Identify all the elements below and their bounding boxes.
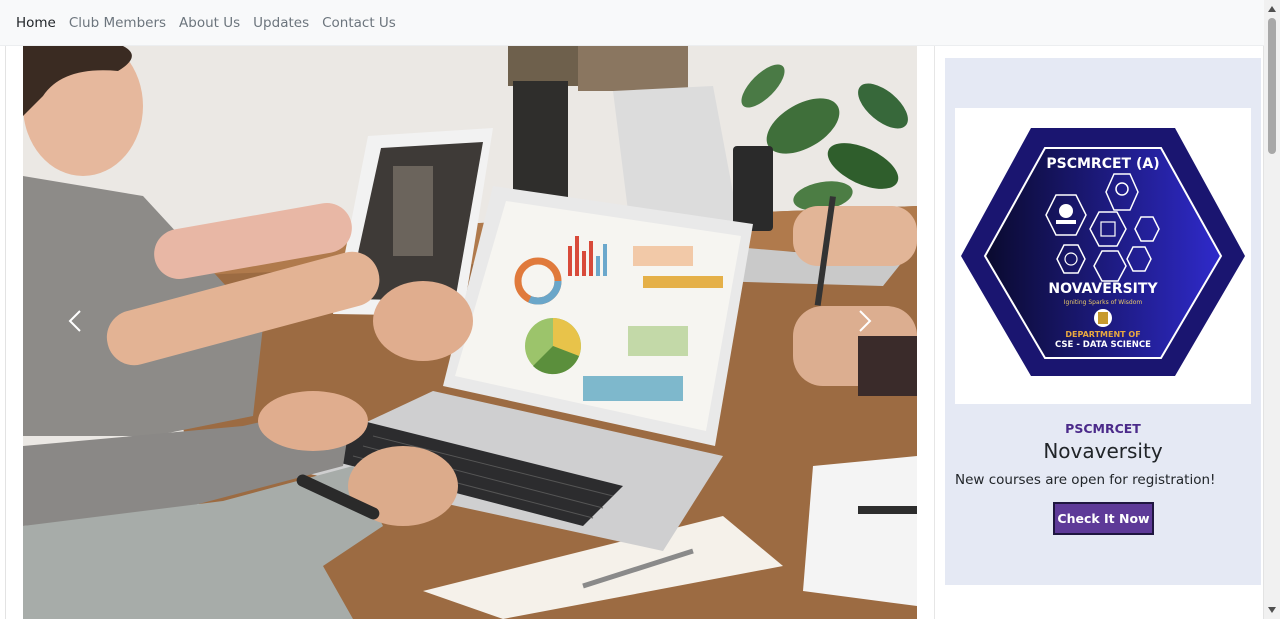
hero-carousel bbox=[23, 46, 917, 619]
card-text: New courses are open for registration! bbox=[955, 472, 1216, 488]
card-subtitle: PSCMRCET bbox=[1065, 421, 1141, 436]
logo-top-text: PSCMRCET (A) bbox=[1046, 156, 1159, 172]
column-divider bbox=[934, 46, 935, 619]
chevron-right-icon bbox=[859, 310, 872, 332]
nav-link-about-us[interactable]: About Us bbox=[179, 15, 240, 31]
carousel-prev-button[interactable] bbox=[62, 296, 88, 346]
logo-tagline-text: Igniting Sparks of Wisdom bbox=[1064, 299, 1143, 306]
nav-link-updates[interactable]: Updates bbox=[253, 15, 309, 31]
logo-name-text: NOVAVERSITY bbox=[1048, 281, 1158, 297]
triangle-up-icon bbox=[1268, 6, 1276, 12]
novaversity-logo: PSCMRCET (A) NOVAVERSITY Igniting Sparks… bbox=[955, 108, 1251, 404]
scroll-up-button[interactable] bbox=[1264, 2, 1280, 16]
scrollbar-thumb[interactable] bbox=[1268, 18, 1276, 154]
check-it-now-button[interactable]: Check It Now bbox=[1053, 502, 1154, 535]
nav-link-home[interactable]: Home bbox=[16, 15, 56, 31]
triangle-down-icon bbox=[1268, 607, 1276, 613]
carousel-next-button[interactable] bbox=[852, 296, 878, 346]
logo-dept-line2: CSE - DATA SCIENCE bbox=[1055, 340, 1151, 350]
promo-card: PSCMRCET (A) NOVAVERSITY Igniting Sparks… bbox=[945, 58, 1261, 585]
nav-link-contact-us[interactable]: Contact Us bbox=[322, 15, 396, 31]
logo-dept-line1: DEPARTMENT OF bbox=[1065, 330, 1140, 339]
nav-link-club-members[interactable]: Club Members bbox=[69, 15, 166, 31]
card-title: Novaversity bbox=[1043, 439, 1163, 463]
carousel-slide-image bbox=[23, 46, 917, 619]
vertical-scrollbar[interactable] bbox=[1264, 0, 1280, 619]
chevron-left-icon bbox=[68, 310, 81, 332]
scroll-down-button[interactable] bbox=[1264, 603, 1280, 617]
top-navbar: Home Club Members About Us Updates Conta… bbox=[0, 0, 1264, 46]
